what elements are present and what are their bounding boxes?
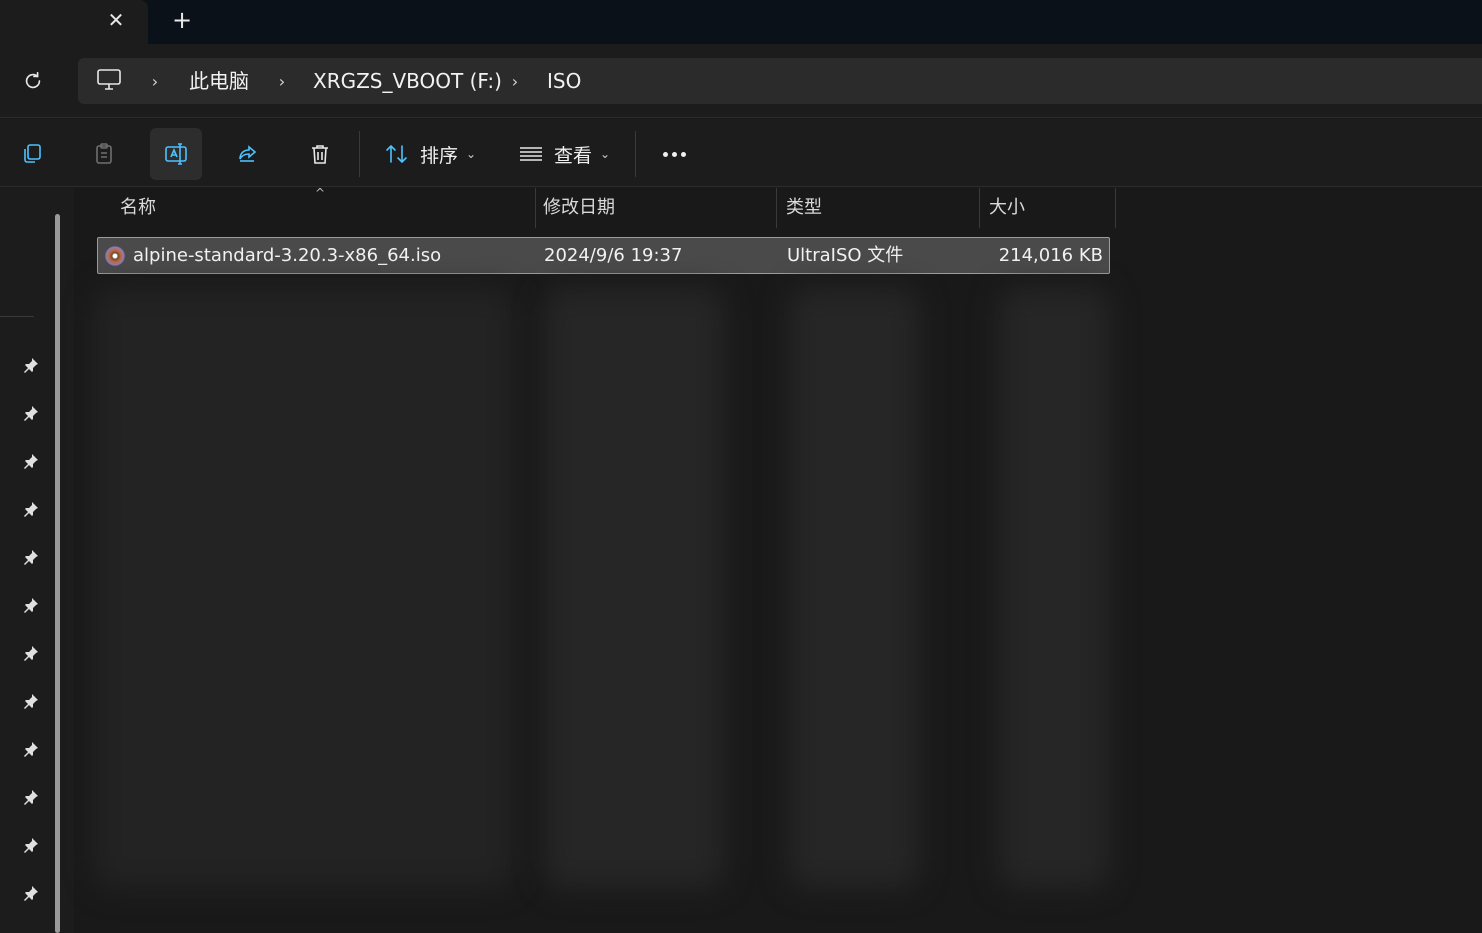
column-header-type[interactable]: 类型 bbox=[777, 188, 980, 228]
pin-icon[interactable] bbox=[22, 500, 40, 518]
view-label: 查看 bbox=[554, 144, 593, 167]
blurred-region bbox=[544, 288, 724, 888]
command-bar: 排序 ⌄ 查看 ⌄ bbox=[0, 119, 1482, 187]
view-menu-button[interactable]: 查看 ⌄ bbox=[518, 135, 610, 173]
new-tab-button[interactable]: + bbox=[170, 8, 194, 32]
breadcrumb-drive[interactable]: XRGZS_VBOOT (F:) bbox=[313, 69, 502, 93]
more-icon[interactable] bbox=[652, 139, 696, 169]
pin-icon[interactable] bbox=[22, 740, 40, 758]
pin-icon[interactable] bbox=[22, 596, 40, 614]
refresh-icon[interactable] bbox=[18, 66, 48, 96]
navigation-pane bbox=[0, 188, 74, 933]
file-list: ^ 名称 修改日期 类型 大小 alpine-standard-3.20.3-x… bbox=[74, 186, 1482, 933]
sidebar-scrollbar[interactable] bbox=[55, 214, 60, 933]
rename-button[interactable] bbox=[150, 128, 202, 180]
pin-icon[interactable] bbox=[22, 788, 40, 806]
column-header-size[interactable]: 大小 bbox=[980, 188, 1116, 228]
column-header-modified[interactable]: 修改日期 bbox=[534, 188, 777, 228]
pin-icon[interactable] bbox=[22, 884, 40, 902]
pin-icon[interactable] bbox=[22, 644, 40, 662]
delete-button[interactable] bbox=[294, 128, 346, 180]
file-name: alpine-standard-3.20.3-x86_64.iso bbox=[133, 245, 442, 266]
toolbar-divider bbox=[359, 131, 360, 177]
toolbar-divider bbox=[635, 131, 636, 177]
file-size: 214,016 KB bbox=[998, 245, 1103, 266]
tab-active[interactable]: ✕ bbox=[0, 0, 148, 44]
chevron-down-icon: ⌄ bbox=[466, 147, 477, 161]
chevron-down-icon: ⌄ bbox=[600, 147, 611, 161]
blurred-region bbox=[789, 288, 919, 888]
computer-icon[interactable] bbox=[96, 68, 124, 94]
sort-menu-button[interactable]: 排序 ⌄ bbox=[384, 135, 476, 173]
address-bar[interactable]: › 此电脑 › XRGZS_VBOOT (F:) › ISO bbox=[78, 58, 1482, 104]
breadcrumb-iso[interactable]: ISO bbox=[547, 69, 581, 93]
delete-icon bbox=[312, 145, 328, 164]
blurred-region bbox=[999, 288, 1109, 888]
copy-button[interactable] bbox=[6, 128, 58, 180]
close-tab-icon[interactable]: ✕ bbox=[104, 8, 128, 32]
tab-bar: ✕ + bbox=[0, 0, 1482, 44]
file-row[interactable]: alpine-standard-3.20.3-x86_64.iso 2024/9… bbox=[97, 237, 1110, 274]
blurred-region bbox=[94, 288, 514, 888]
chevron-right-icon[interactable]: › bbox=[146, 70, 164, 92]
file-type: UltraISO 文件 bbox=[787, 245, 904, 266]
pin-icon[interactable] bbox=[22, 452, 40, 470]
sort-icon bbox=[386, 144, 407, 164]
chevron-right-icon[interactable]: › bbox=[506, 70, 524, 92]
copy-icon bbox=[24, 144, 41, 163]
sidebar-divider bbox=[0, 316, 34, 317]
navigation-bar: › 此电脑 › XRGZS_VBOOT (F:) › ISO bbox=[0, 44, 1482, 118]
column-header-name[interactable]: 名称 bbox=[111, 188, 536, 228]
file-modified: 2024/9/6 19:37 bbox=[544, 245, 683, 266]
pin-icon[interactable] bbox=[22, 836, 40, 854]
disc-image-icon bbox=[105, 246, 125, 266]
sort-label: 排序 bbox=[420, 144, 459, 167]
share-button[interactable] bbox=[222, 128, 274, 180]
breadcrumb-this-pc[interactable]: 此电脑 bbox=[189, 69, 249, 93]
view-icon bbox=[520, 147, 542, 161]
paste-icon bbox=[96, 143, 112, 164]
share-icon bbox=[239, 145, 257, 162]
pin-icon[interactable] bbox=[22, 548, 40, 566]
pin-icon[interactable] bbox=[22, 692, 40, 710]
paste-button[interactable] bbox=[78, 128, 130, 180]
chevron-right-icon[interactable]: › bbox=[273, 70, 291, 92]
rename-icon bbox=[165, 143, 187, 165]
pin-icon[interactable] bbox=[22, 356, 40, 374]
pin-icon[interactable] bbox=[22, 404, 40, 422]
